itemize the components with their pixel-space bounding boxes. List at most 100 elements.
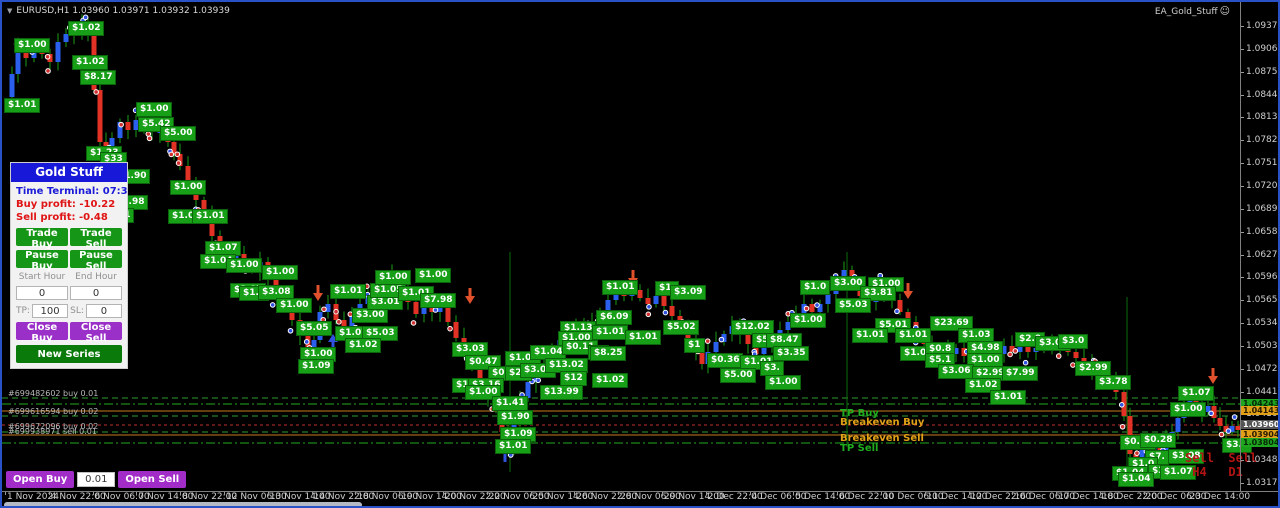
profit-label: $1.00 <box>790 313 827 328</box>
price-tag-box: 1.03804 <box>1241 438 1278 447</box>
profit-label: $1.01 <box>895 328 932 343</box>
trade-buy-button[interactable]: Trade Buy <box>16 228 68 250</box>
profit-label: $7.98 <box>420 293 457 308</box>
lot-size-input[interactable] <box>77 472 116 487</box>
profit-label: $5.03 <box>835 298 872 313</box>
new-series-button[interactable]: New Series <box>16 345 122 363</box>
tp-input[interactable] <box>32 304 69 318</box>
symbol-info: ▼ EURUSD,H1 1.03960 1.03971 1.03932 1.039… <box>7 6 230 16</box>
sell-profit-text: Sell profit: -0.48 <box>16 212 108 223</box>
open-buy-button[interactable]: Open Buy <box>6 471 75 488</box>
profit-label: $0.28 <box>1140 433 1177 448</box>
profit-label: $1.01 <box>592 325 629 340</box>
profit-label: $1.00 <box>765 375 802 390</box>
price-tag-box: 1.04143 <box>1241 406 1278 415</box>
close-buy-button[interactable]: Close Buy <box>16 322 68 344</box>
symbol-quote-text: EURUSD,H1 1.03960 1.03971 1.03932 1.0393… <box>16 6 230 16</box>
profit-label: $1.01 <box>625 330 662 345</box>
profit-label: $3.00 <box>352 308 389 323</box>
profit-label: $3.09 <box>670 285 707 300</box>
profit-label: $1.0 <box>800 280 831 295</box>
price-axis-label: 1.09060 <box>1246 43 1280 54</box>
price-axis-label: 1.07820 <box>1246 135 1280 146</box>
price-axis-label: 1.08750 <box>1246 66 1280 77</box>
profit-label: $1.00 <box>170 180 207 195</box>
price-axis-label: 1.05960 <box>1246 272 1280 283</box>
price-axis-label: 1.05650 <box>1246 295 1280 306</box>
profit-label: $1.01 <box>192 209 229 224</box>
profit-label: $1.00 <box>14 38 51 53</box>
chevron-down-icon[interactable]: ▼ <box>7 7 12 15</box>
price-tag-box: 1.03960 <box>1241 420 1278 429</box>
panel-title: Gold Stuff <box>11 163 127 182</box>
order-line-label: #699482602 buy 0.01 <box>8 389 99 398</box>
profit-label: $13.99 <box>540 385 583 400</box>
order-line-label: #699938971 sell 0.01 <box>8 427 97 436</box>
order-line-label: #699616594 buy 0.02 <box>8 407 99 416</box>
open-sell-button[interactable]: Open Sell <box>118 471 187 488</box>
price-axis-label: 1.08440 <box>1246 89 1280 100</box>
profit-label: $1.02 <box>592 373 629 388</box>
profit-label: $3.78 <box>1095 375 1132 390</box>
sl-input[interactable] <box>85 304 122 318</box>
price-axis-label: 1.08130 <box>1246 112 1280 123</box>
profit-label: $12 <box>560 371 587 386</box>
tp-label: TP: <box>16 306 30 316</box>
profit-label: $1.01 <box>602 280 639 295</box>
close-sell-button[interactable]: Close Sell <box>70 322 122 344</box>
profit-label: $1.01 <box>990 390 1027 405</box>
level-label: Breakeven Buy <box>840 417 925 428</box>
profit-label: $1 <box>684 338 705 353</box>
smiley-icon[interactable]: ☺ <box>1220 6 1230 17</box>
price-axis-label: 1.09370 <box>1246 21 1280 31</box>
profit-label: $1.00 <box>375 270 412 285</box>
profit-label: $1.01 <box>330 284 367 299</box>
profit-label: $1.01 <box>495 439 532 454</box>
price-axis-label: 1.07200 <box>1246 180 1280 191</box>
price-axis-label: 1.05030 <box>1246 340 1280 351</box>
price-axis-label: 1.04720 <box>1246 363 1280 374</box>
profit-label: $1.02 <box>345 338 382 353</box>
profit-label: $1.04 <box>1118 472 1155 487</box>
pause-sell-button[interactable]: Pause Sell <box>70 250 122 272</box>
profit-label: $1.01 <box>4 98 41 113</box>
price-axis-label: 1.04410 <box>1246 386 1280 397</box>
price-axis-label: 1.03170 <box>1246 478 1280 488</box>
time-terminal-text: Time Terminal: 07:3 <box>16 186 128 197</box>
buy-profit-text: Buy profit: -10.22 <box>16 199 116 210</box>
profit-label: $1.00 <box>415 268 452 283</box>
start-hour-label: Start Hour <box>18 272 66 282</box>
sl-label: SL: <box>70 306 84 316</box>
profit-label: $1.02 <box>72 55 109 70</box>
pause-buy-button[interactable]: Pause Buy <box>16 250 68 272</box>
profit-label: $1.00 <box>136 102 173 117</box>
profit-label: $6.09 <box>596 310 633 325</box>
ea-label: EA_Gold_Stuff ☺ <box>1155 6 1230 17</box>
profit-label: $1.09 <box>298 359 335 374</box>
horizontal-scrollbar[interactable] <box>4 502 362 506</box>
start-hour-input[interactable] <box>16 286 68 300</box>
price-axis-label: 1.06890 <box>1246 203 1280 214</box>
ea-name-text: EA_Gold_Stuff <box>1154 7 1218 17</box>
profit-label: $8.17 <box>80 70 117 85</box>
price-axis-label: 1.07510 <box>1246 158 1280 169</box>
profit-label: $8.25 <box>590 346 627 361</box>
quick-order-bar: Open Buy Open Sell <box>6 471 187 488</box>
profit-label: $3.35 <box>773 346 810 361</box>
profit-label: $1.41 <box>492 396 529 411</box>
price-axis-separator <box>1240 2 1241 491</box>
profit-label: $5.02 <box>663 320 700 335</box>
profit-label: $1.90 <box>497 410 534 425</box>
profit-label: $1.07 <box>1178 386 1215 401</box>
level-label: TP Sell <box>840 443 879 454</box>
end-hour-input[interactable] <box>70 286 122 300</box>
price-axis-label: 1.03480 <box>1246 455 1280 466</box>
profit-label: $3. <box>760 361 784 376</box>
candlestick-chart <box>2 14 1240 482</box>
profit-label: $1.02 <box>68 21 105 36</box>
profit-label: $0.36 <box>707 353 744 368</box>
profit-label: $5.05 <box>296 321 333 336</box>
trade-sell-button[interactable]: Trade Sell <box>70 228 122 250</box>
time-axis-separator <box>2 491 1278 492</box>
gold-stuff-panel: Gold Stuff Time Terminal: 07:3 Buy profi… <box>10 162 128 369</box>
